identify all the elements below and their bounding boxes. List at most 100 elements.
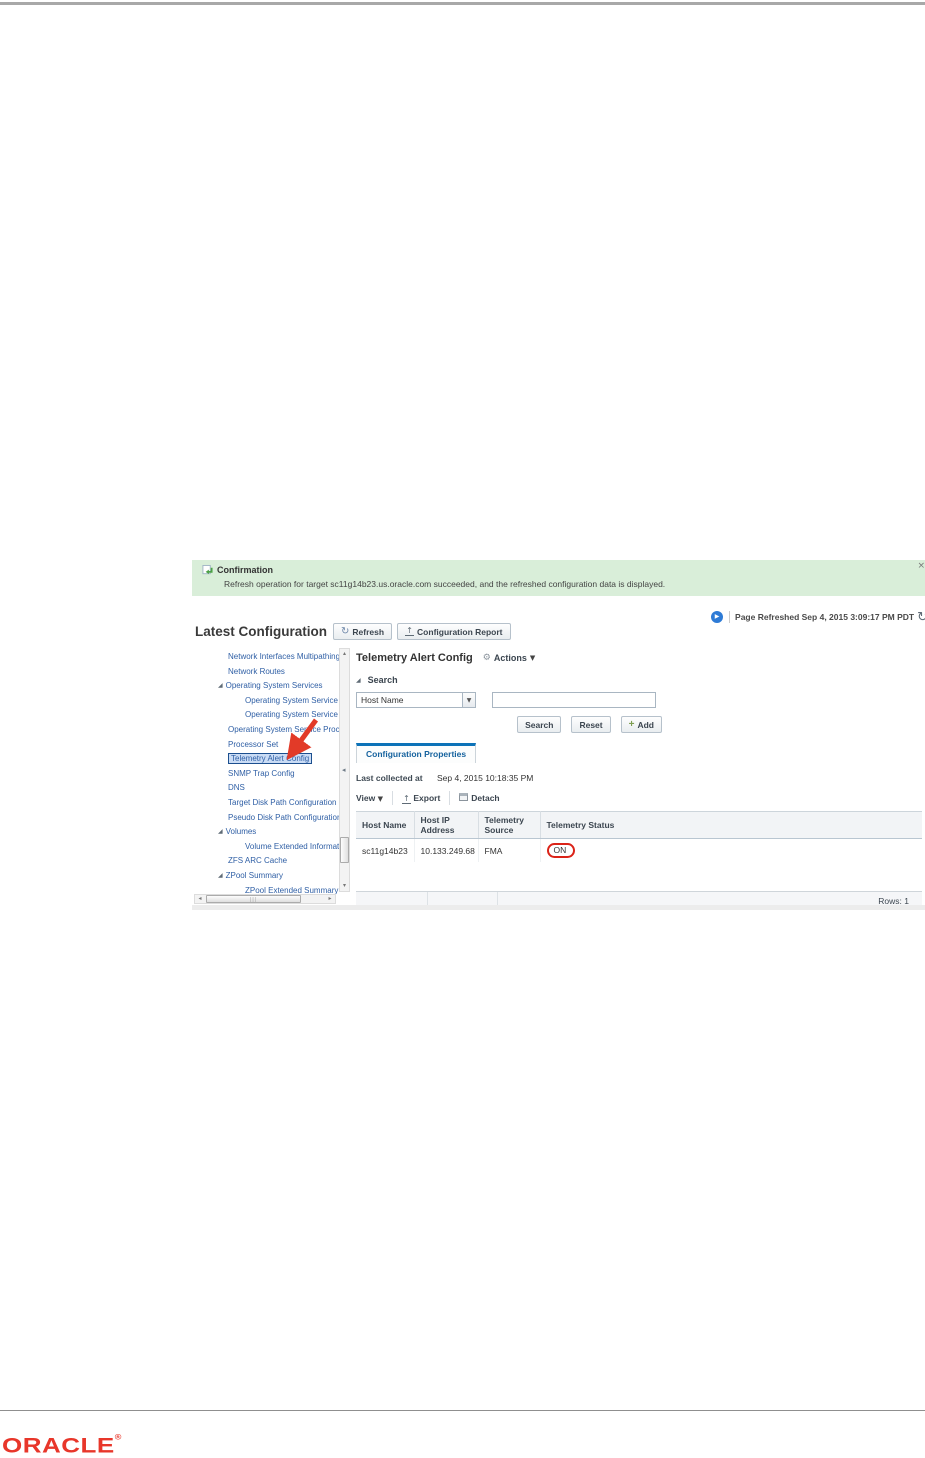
refresh-button[interactable]: ↻ Refresh (333, 623, 393, 640)
registered-mark: ® (114, 1433, 122, 1442)
refresh-button-label: Refresh (352, 626, 385, 637)
last-collected-label: Last collected at (356, 773, 423, 783)
table-empty-area (356, 862, 922, 891)
oracle-logo: ORACLE® (2, 1433, 122, 1458)
bottom-divider (0, 1410, 925, 1411)
search-input[interactable] (492, 692, 656, 708)
tree-item[interactable]: Network Interfaces Multipathing D (192, 650, 352, 665)
screenshot-enterprise-manager: Confirmation Refresh operation for targe… (192, 560, 925, 910)
confirmation-icon (202, 565, 213, 575)
detach-button[interactable]: Detach (459, 793, 500, 803)
telemetry-alert-config-panel: Telemetry Alert Config ⚙ Actions ▼ ◢ Sea… (354, 648, 925, 910)
search-section-label: Search (367, 675, 398, 685)
rows-count: Rows: 1 (878, 896, 909, 906)
table-row[interactable]: sc11g14b23 10.133.249.68 FMA ON (356, 838, 922, 863)
toolbar-divider (449, 791, 451, 805)
scrollbar-thumb[interactable]: ||| (206, 895, 301, 903)
tree-item-expanded[interactable]: ◢ Volumes (192, 825, 352, 840)
last-collected-value: Sep 4, 2015 10:18:35 PM (436, 773, 534, 783)
add-button[interactable]: + Add (620, 716, 662, 733)
caret-down-icon: ▼ (377, 795, 383, 803)
top-divider (0, 2, 925, 5)
config-tree: Network Interfaces Multipathing D Networ… (192, 648, 352, 904)
search-section-header[interactable]: ◢ Search (356, 675, 662, 685)
splitter-collapse-icon[interactable]: ◂ (342, 766, 346, 774)
col-header-host-name[interactable]: Host Name (356, 811, 415, 839)
tree-item[interactable]: Processor Set (192, 738, 352, 753)
cell-host-ip: 10.133.249.68 (414, 838, 479, 862)
footer-divider (497, 892, 498, 910)
caret-down-icon[interactable]: ▼ (530, 654, 535, 662)
expand-triangle-icon[interactable]: ◢ (218, 679, 223, 694)
page-header: Latest Configuration ↻ Refresh ↑ Configu… (195, 623, 511, 640)
col-header-telemetry-source[interactable]: Telemetry Source (478, 811, 541, 839)
selected-tree-item[interactable]: Telemetry Alert Config (228, 753, 313, 765)
refresh-arrow-icon: ↻ (341, 626, 350, 637)
cell-telemetry-status: ON (540, 839, 922, 863)
tree-item-expanded[interactable]: ◢ Operating System Services (192, 679, 352, 694)
scroll-up-icon[interactable]: ▴ (340, 649, 349, 659)
table-toolbar: View ▼ ↑ Export Detach (356, 790, 920, 806)
cell-host-name: sc11g14b23 (356, 838, 415, 862)
export-button[interactable]: ↑ Export (401, 793, 440, 804)
confirmation-banner: Confirmation Refresh operation for targe… (192, 560, 925, 596)
search-button[interactable]: Search (517, 716, 562, 733)
tree-item[interactable]: Operating System Service Pr (192, 708, 352, 723)
search-buttons: Search Reset + Add (356, 716, 662, 733)
tree-item[interactable]: DNS (192, 781, 352, 796)
plus-icon: + (628, 719, 635, 730)
configuration-report-button[interactable]: ↑ Configuration Report (397, 623, 511, 640)
banner-close-icon[interactable]: × (917, 561, 925, 571)
reset-button[interactable]: Reset (571, 716, 611, 733)
confirmation-message: Refresh operation for target sc11g14b23.… (224, 579, 666, 589)
go-icon[interactable]: ▶ (711, 611, 724, 623)
tree-item[interactable]: Network Routes (192, 665, 352, 680)
tab-configuration-properties[interactable]: Configuration Properties (356, 743, 477, 763)
tree-item[interactable]: ZFS ARC Cache (192, 854, 352, 869)
col-header-telemetry-status[interactable]: Telemetry Status (540, 811, 922, 839)
panel-title: Telemetry Alert Config (356, 652, 473, 664)
toolbar-divider (391, 791, 393, 805)
tree-item[interactable]: Operating System Service Proces (192, 723, 352, 738)
export-icon: ↑ (401, 793, 411, 804)
scrollbar-thumb[interactable] (340, 837, 349, 863)
page-title: Latest Configuration (195, 624, 327, 639)
tree-item[interactable]: Target Disk Path Configuration (192, 796, 352, 811)
search-field-select[interactable]: Host Name ▼ (356, 692, 476, 708)
cell-telemetry-source: FMA (478, 838, 541, 862)
tree-item[interactable]: SNMP Trap Config (192, 767, 352, 782)
expand-triangle-icon[interactable]: ◢ (218, 825, 223, 840)
expand-triangle-icon[interactable]: ◢ (218, 869, 223, 884)
tree-item[interactable]: Operating System Service De (192, 694, 352, 709)
configuration-report-label: Configuration Report (417, 626, 503, 637)
page-refreshed-text: Page Refreshed Sep 4, 2015 3:09:17 PM PD… (735, 612, 915, 622)
status-annotation-oval: ON (546, 843, 576, 858)
upload-icon: ↑ (405, 626, 415, 636)
tree-item[interactable]: Pseudo Disk Path Configuration (192, 811, 352, 826)
tree-item[interactable]: Volume Extended Information (192, 840, 352, 855)
col-header-host-ip[interactable]: Host IP Address (414, 811, 479, 839)
search-section: ◢ Search Host Name ▼ Search Reset + Add (356, 675, 662, 733)
divider (729, 611, 731, 623)
scroll-left-icon[interactable]: ◂ (195, 895, 205, 903)
scroll-right-icon[interactable]: ▸ (325, 895, 335, 903)
footer-divider (427, 892, 428, 910)
gear-icon: ⚙ (482, 653, 491, 663)
select-dropdown-icon[interactable]: ▼ (462, 693, 475, 707)
scroll-down-icon[interactable]: ▾ (340, 881, 349, 891)
table-footer: Rows: 1 (356, 891, 922, 910)
collapse-triangle-icon[interactable]: ◢ (356, 677, 361, 684)
last-collected-row: Last collected at Sep 4, 2015 10:18:35 P… (356, 773, 920, 783)
select-value: Host Name (361, 695, 404, 705)
tree-item-expanded[interactable]: ◢ ZPool Summary (192, 869, 352, 884)
actions-menu[interactable]: Actions (494, 653, 527, 663)
tree-item-telemetry-alert-config[interactable]: Telemetry Alert Config (192, 752, 352, 767)
table-header-row: Host Name Host IP Address Telemetry Sour… (356, 811, 922, 839)
view-menu[interactable]: View ▼ (356, 793, 383, 803)
tree-horizontal-scrollbar[interactable]: ◂ ||| ▸ (194, 894, 336, 904)
configuration-properties-table: Host Name Host IP Address Telemetry Sour… (356, 811, 922, 862)
search-controls: Host Name ▼ (356, 692, 662, 708)
refresh-icon[interactable]: ↻ (917, 610, 925, 625)
main-content: Network Interfaces Multipathing D Networ… (192, 648, 925, 910)
detach-icon (459, 793, 469, 801)
